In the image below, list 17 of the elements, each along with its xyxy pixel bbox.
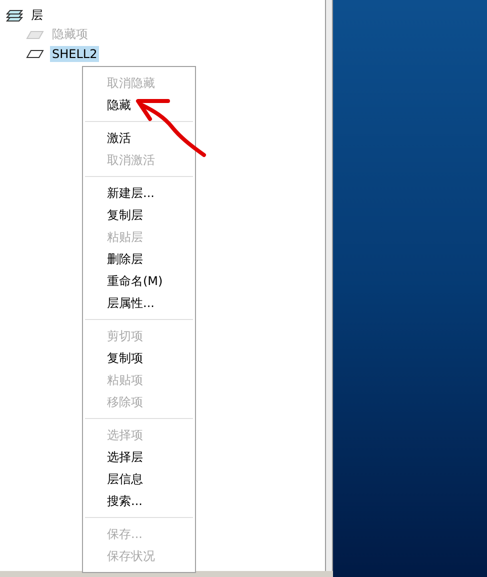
menu-item[interactable]: 复制项 (83, 347, 195, 369)
menu-item[interactable]: 层信息 (83, 468, 195, 490)
splitter-bar[interactable] (326, 0, 333, 571)
menu-item[interactable]: 删除层 (83, 248, 195, 270)
layers-icon (6, 9, 23, 22)
menu-item[interactable]: 新建层... (83, 182, 195, 204)
layer-icon (26, 30, 44, 40)
tree-item[interactable]: 层 (29, 6, 45, 25)
tree-item[interactable]: SHELL2 (50, 46, 100, 62)
menu-item[interactable]: 激活 (83, 127, 195, 149)
menu-item[interactable]: 搜索... (83, 490, 195, 512)
menu-item[interactable]: 隐藏 (83, 94, 195, 116)
menu-item[interactable]: 层属性... (83, 292, 195, 314)
menu-item[interactable]: 重命名(M) (83, 270, 195, 292)
layer-icon (26, 48, 44, 58)
menu-item[interactable]: 复制层 (83, 204, 195, 226)
menu-item[interactable]: 选择层 (83, 446, 195, 468)
